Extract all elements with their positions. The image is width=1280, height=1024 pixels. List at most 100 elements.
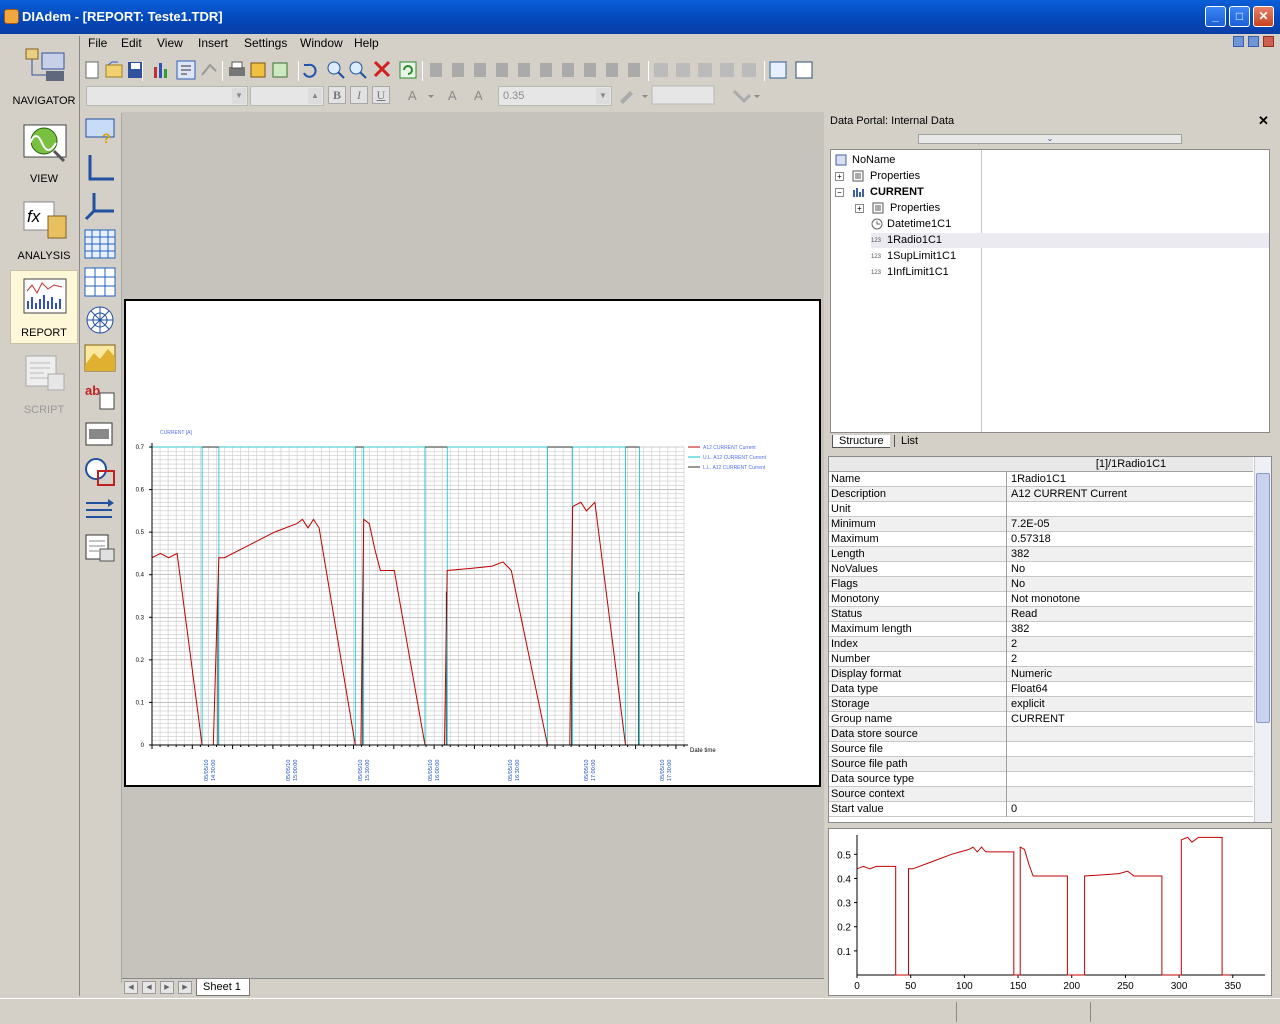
property-row[interactable]: Description A12 CURRENT Current [829,487,1253,502]
close-button[interactable]: ✕ [1253,6,1274,27]
nav-view[interactable]: VIEW [10,116,78,190]
diadem-app-icon[interactable] [4,9,19,24]
report-sheet[interactable]: 0.7 0.6 0.5 0.4 0.3 0.2 0.1 0 05/05/10 14:30:00 05… [124,299,821,787]
font-name-combo[interactable]: ▼ [86,86,248,106]
italic-button[interactable]: I [350,86,368,104]
page-layout-tool-icon[interactable]: ? [84,115,116,145]
menu-view[interactable]: View [157,36,183,50]
property-value[interactable]: 0.57318 [1009,532,1253,547]
property-row[interactable]: Minimum 7.2E-05 [829,517,1253,532]
property-value[interactable]: No [1009,562,1253,577]
property-row[interactable]: Flags No [829,577,1253,592]
property-value[interactable]: 7.2E-05 [1009,517,1253,532]
property-row[interactable]: Group name CURRENT [829,712,1253,727]
minimize-button[interactable]: _ [1205,6,1226,27]
property-row[interactable]: Data store source [829,727,1253,742]
tree-node-root-properties[interactable]: + Properties [833,169,973,184]
menu-window[interactable]: Window [300,36,343,50]
expand-icon[interactable]: + [855,204,864,213]
nav-report[interactable]: REPORT [10,270,78,344]
property-row[interactable]: Data type Float64 [829,682,1253,697]
shapes-tool-icon[interactable] [84,457,116,487]
bold-button[interactable]: B [328,86,346,104]
polar-plot-tool-icon[interactable] [84,305,116,335]
nav-navigator[interactable]: NAVIGATOR [10,38,78,112]
property-value[interactable]: Not monotone [1009,592,1253,607]
property-row[interactable]: Length 382 [829,547,1253,562]
tab-sheet-1[interactable]: Sheet 1 [196,979,250,996]
property-value[interactable]: No [1009,577,1253,592]
prev-sheet-button[interactable]: ◀ [142,981,156,994]
menu-edit[interactable]: Edit [121,36,142,50]
property-row[interactable]: Monotony Not monotone [829,592,1253,607]
property-value[interactable] [1009,742,1253,757]
3d-surface-tool-icon[interactable] [84,343,116,373]
mdi-close-icon[interactable] [1263,36,1274,47]
expand-icon[interactable]: + [835,172,844,181]
property-value[interactable] [1009,727,1253,742]
tree-node-group-current[interactable]: − CURRENT [833,185,973,200]
collapse-icon[interactable]: − [835,188,844,197]
tree-node-channel[interactable]: Datetime1C1 [871,217,971,232]
property-row[interactable]: Storage explicit [829,697,1253,712]
image-tool-icon[interactable] [84,419,116,449]
property-value[interactable] [1009,757,1253,772]
font-size-combo[interactable]: ▲ [250,86,324,106]
property-row[interactable]: Unit [829,502,1253,517]
property-row[interactable]: Start value 0 [829,802,1253,817]
tree-splitter[interactable] [981,150,982,432]
property-row[interactable]: Index 2 [829,637,1253,652]
tree-node-group-properties[interactable]: + Properties [853,201,973,216]
property-value[interactable]: Numeric [1009,667,1253,682]
property-row[interactable]: Source context [829,787,1253,802]
worksheet-tool-icon[interactable] [84,533,116,563]
menu-insert[interactable]: Insert [198,36,228,50]
next-sheet-button[interactable]: ▶ [160,981,174,994]
nav-analysis[interactable]: fx ANALYSIS [10,193,78,267]
property-value[interactable]: Float64 [1009,682,1253,697]
property-value[interactable]: 382 [1009,622,1253,637]
property-row[interactable]: Maximum 0.57318 [829,532,1253,547]
tab-structure[interactable]: Structure [832,435,890,448]
line-width-combo[interactable]: 0.35 ▼ [498,86,612,106]
property-value[interactable]: 2 [1009,637,1253,652]
last-sheet-button[interactable]: ▶ [178,981,192,994]
property-value[interactable]: 1Radio1C1 [1009,472,1253,487]
tree-node-channel[interactable]: 123 1InfLimit1C1 [871,265,971,280]
property-row[interactable]: NoValues No [829,562,1253,577]
underline-button[interactable]: U [372,86,390,104]
tree-node-channel-selected[interactable]: 123 1Radio1C1 [871,233,1269,248]
property-value[interactable]: A12 CURRENT Current [1009,487,1253,502]
channel-property-grid[interactable]: [1]/1Radio1C1 Name 1Radio1C1 Description A1… [828,456,1272,823]
mdi-restore-icon[interactable] [1248,36,1259,47]
mdi-minimize-icon[interactable] [1233,36,1244,47]
text-table-tool-icon[interactable] [84,267,116,297]
property-value[interactable]: 2 [1009,652,1253,667]
property-row[interactable]: Display format Numeric [829,667,1253,682]
line-tool-icon[interactable] [84,495,116,525]
property-row[interactable]: Number 2 [829,652,1253,667]
menu-file[interactable]: File [88,36,107,50]
tree-node-channel[interactable]: 123 1SupLimit1C1 [871,249,971,264]
portal-expand-button[interactable]: ⌄ [918,134,1182,144]
property-row[interactable]: Source file path [829,757,1253,772]
portal-close-icon[interactable]: ✕ [1258,113,1269,129]
property-value[interactable] [1009,502,1253,517]
property-scrollbar[interactable] [1254,457,1271,822]
property-value[interactable]: Read [1009,607,1253,622]
menu-settings[interactable]: Settings [244,36,287,50]
property-value[interactable]: explicit [1009,697,1253,712]
property-value[interactable]: 382 [1009,547,1253,562]
property-value[interactable]: 0 [1009,802,1253,817]
text-tool-icon[interactable]: ab [84,381,116,411]
property-row[interactable]: Source file [829,742,1253,757]
menu-help[interactable]: Help [354,36,379,50]
maximize-button[interactable]: □ [1229,6,1250,27]
tab-list[interactable]: List [894,435,924,447]
property-row[interactable]: Status Read [829,607,1253,622]
table-tool-icon[interactable] [84,229,116,259]
property-row[interactable]: Data source type [829,772,1253,787]
scroll-thumb[interactable] [1256,473,1270,723]
property-row[interactable]: Name 1Radio1C1 [829,472,1253,487]
property-value[interactable] [1009,787,1253,802]
